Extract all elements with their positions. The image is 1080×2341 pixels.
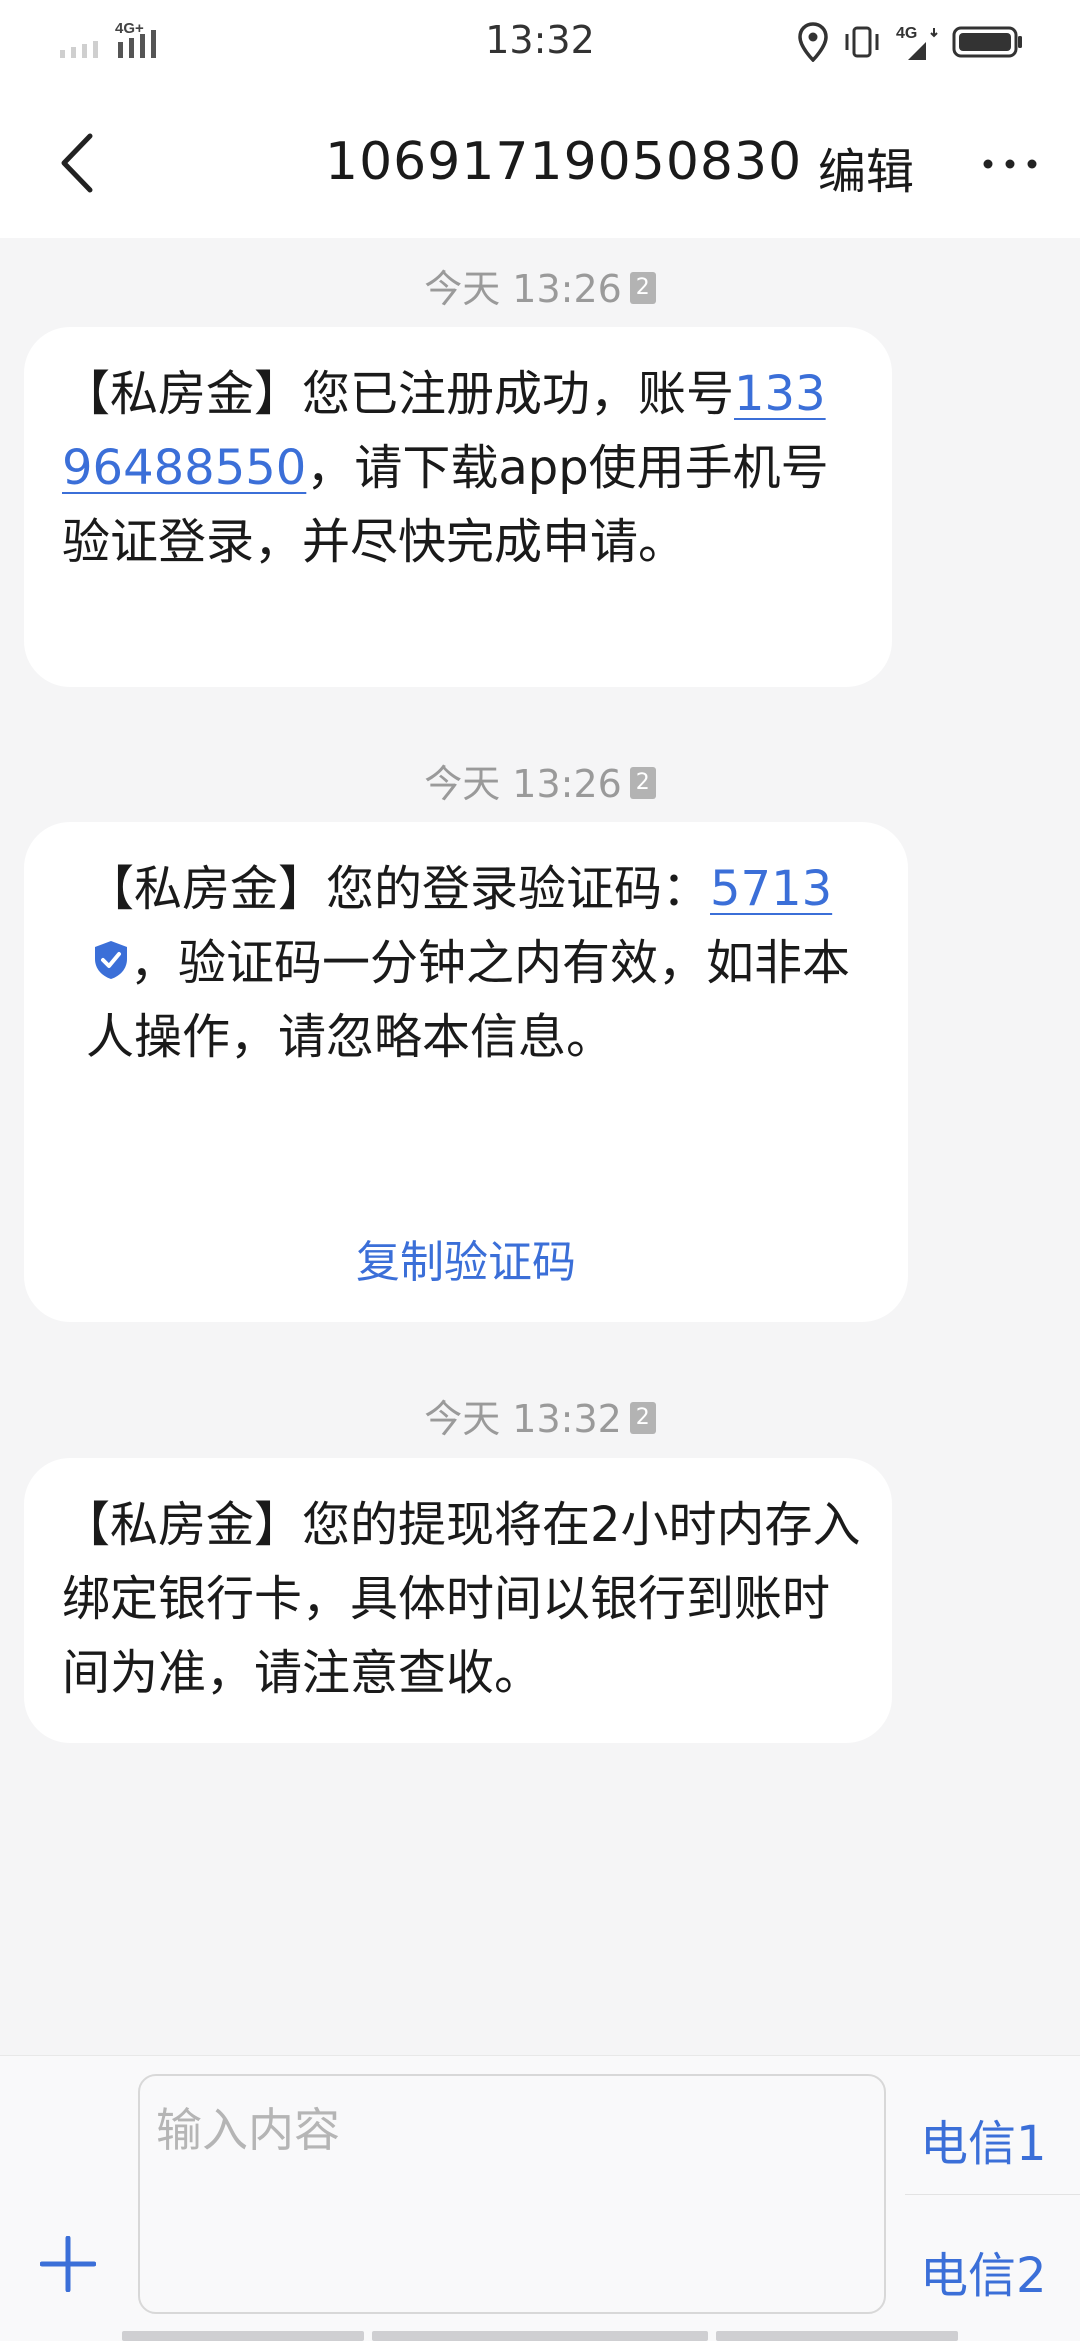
message-bubble[interactable]: 【私房金】您的提现将在2小时内存入绑定银行卡，具体时间以银行到账时间为准，请注意… <box>24 1458 892 1743</box>
message-timestamp: 今天 13:26 2 <box>0 753 1080 808</box>
location-icon <box>798 22 828 62</box>
send-sim1-button[interactable]: 电信1 <box>920 2104 1047 2174</box>
sim-card-icon: 2 <box>629 271 656 304</box>
edit-button[interactable]: 编辑 <box>818 132 914 202</box>
message-timestamp: 今天 13:26 2 <box>0 258 1080 313</box>
status-bar: 4G+ 13:32 4G <box>0 0 1080 88</box>
send-sim2-button[interactable]: 电信2 <box>920 2236 1047 2306</box>
sim-card-icon: 2 <box>629 1401 656 1434</box>
more-options-icon[interactable] <box>980 152 1040 176</box>
contact-number: 10691719050830 <box>325 132 803 192</box>
battery-icon <box>952 26 1022 58</box>
sim-card-icon: 2 <box>629 766 656 799</box>
conversation-header: 10691719050830 编辑 <box>0 88 1080 238</box>
message-text: 【私房金】您的提现将在2小时内存入绑定银行卡，具体时间以银行到账时间为准，请注意… <box>62 1497 861 1701</box>
add-attachment-icon[interactable] <box>40 2236 96 2292</box>
signal-4g-icon: 4G <box>896 25 938 60</box>
vibrate-icon <box>845 26 879 58</box>
message-timestamp: 今天 13:32 2 <box>0 1388 1080 1443</box>
message-composer: 输入内容 电信1 电信2 <box>0 2055 1080 2341</box>
back-arrow-icon[interactable] <box>50 126 110 200</box>
divider <box>905 2194 1080 2195</box>
verified-shield-icon <box>95 941 127 979</box>
message-input[interactable]: 输入内容 <box>138 2074 886 2314</box>
verification-code-link[interactable]: 5713 <box>710 861 832 917</box>
message-bubble[interactable]: 【私房金】您的登录验证码：5713，验证码一分钟之内有效，如非本人操作，请忽略本… <box>24 822 908 1322</box>
svg-text:4G: 4G <box>896 25 917 42</box>
status-icons: 4G <box>798 18 1024 66</box>
message-text: 【私房金】您已注册成功，账号13396488550，请下载app使用手机号验证登… <box>62 366 829 570</box>
message-text: 【私房金】您的登录验证码：5713，验证码一分钟之内有效，如非本人操作，请忽略本… <box>86 861 851 1065</box>
copy-code-button[interactable]: 复制验证码 <box>24 1226 908 1290</box>
message-bubble[interactable]: 【私房金】您已注册成功，账号13396488550，请下载app使用手机号验证登… <box>24 327 892 687</box>
